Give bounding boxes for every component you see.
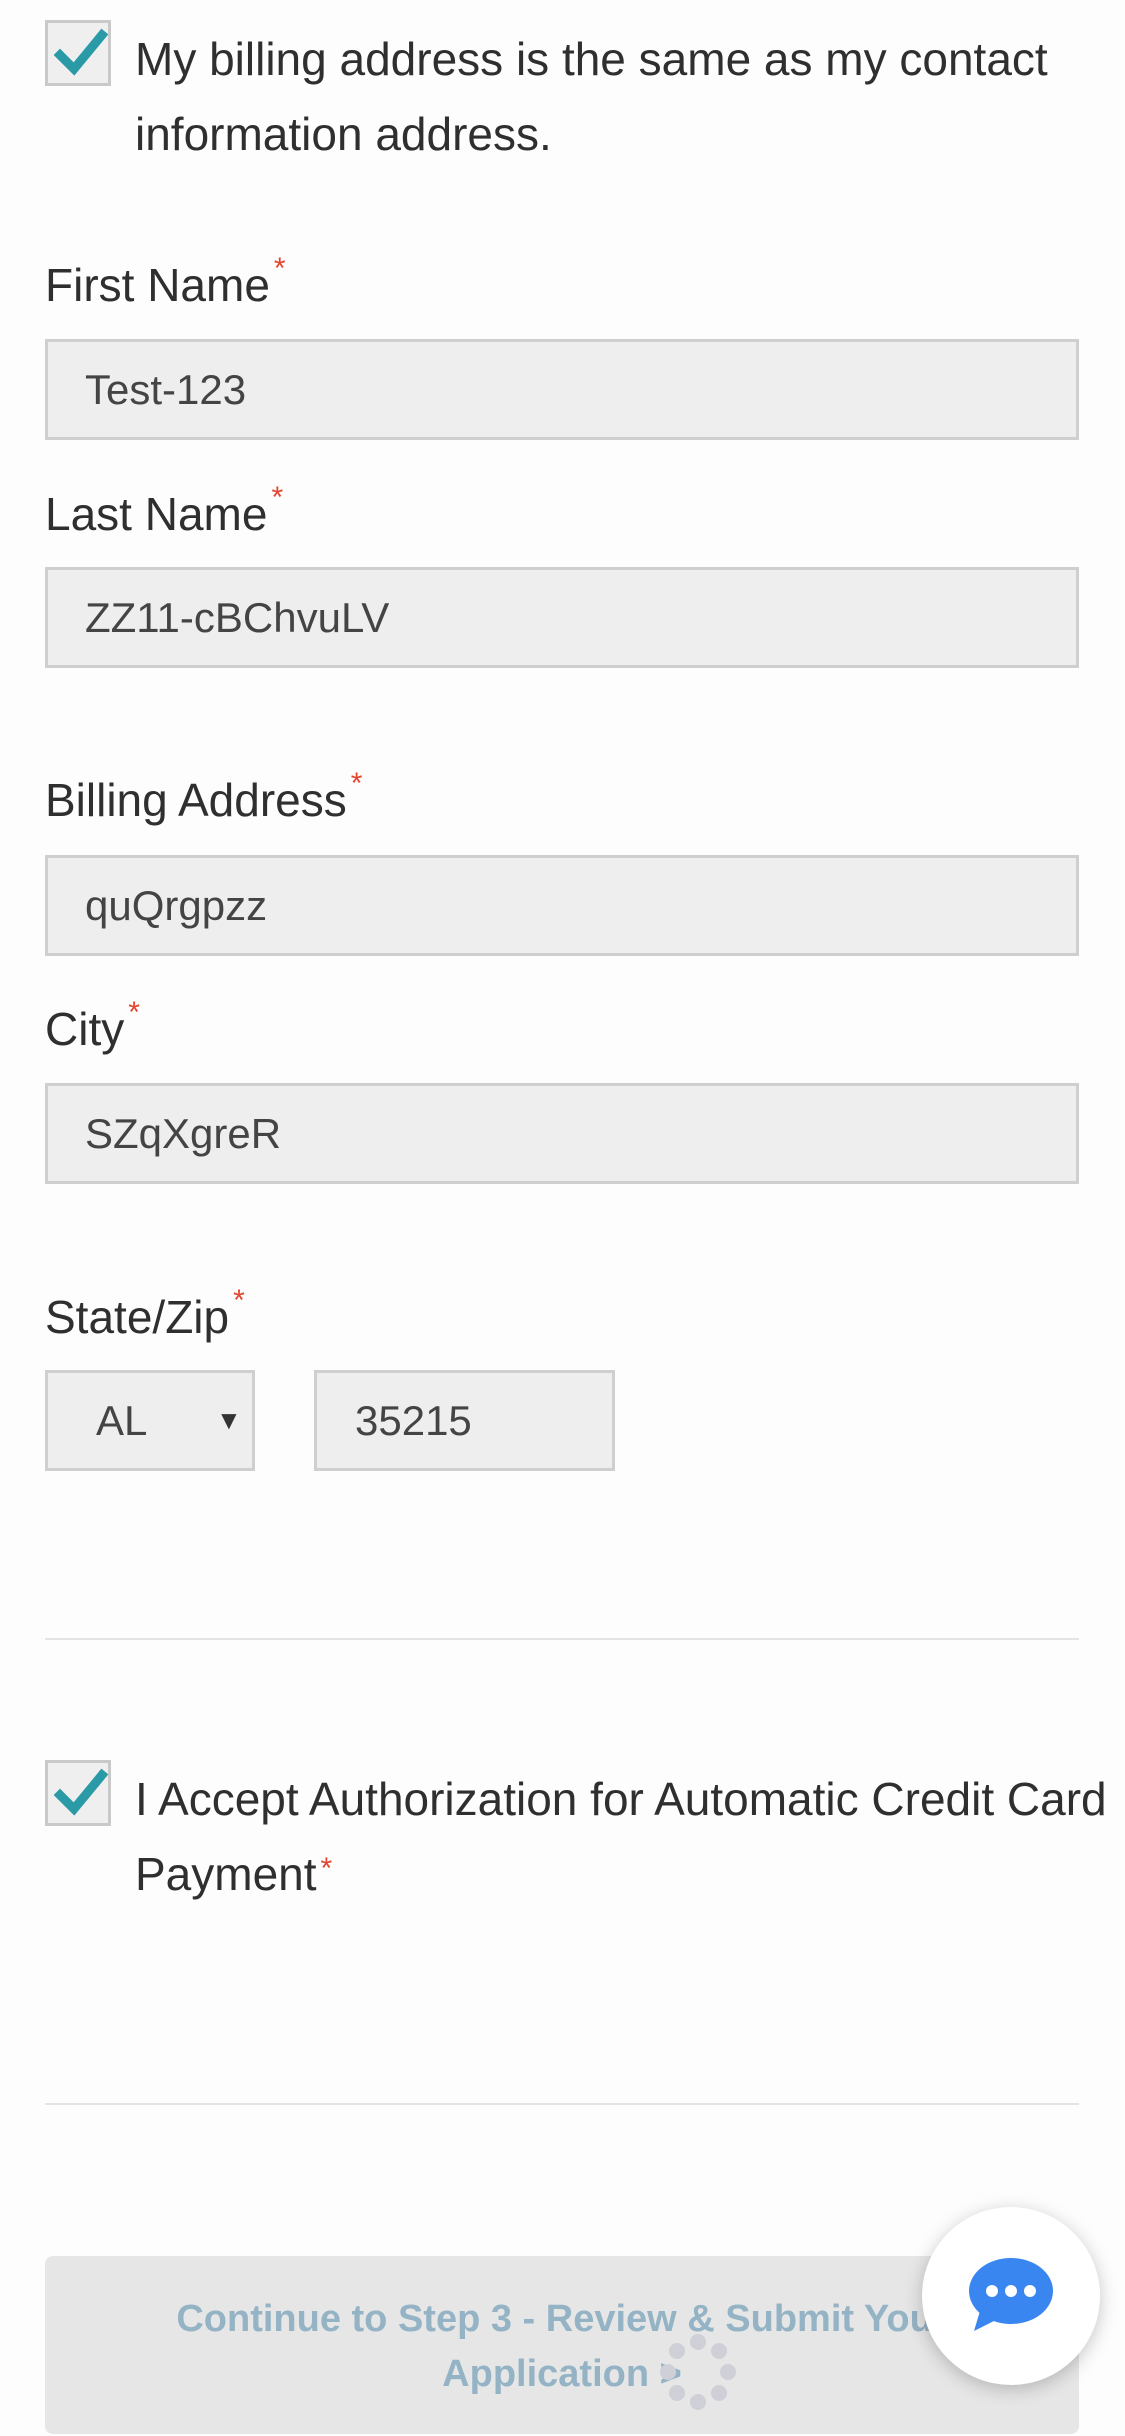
last-name-input[interactable]: ZZ11-cBChvuLV — [45, 567, 1079, 668]
continue-button-label: Continue to Step 3 - Review & Submit You… — [176, 2298, 948, 2395]
billing-same-row: My billing address is the same as my con… — [45, 20, 1085, 180]
chevron-down-icon: ▼ — [216, 1405, 242, 1435]
billing-same-label: My billing address is the same as my con… — [135, 33, 1048, 160]
spinner-icon — [660, 2334, 736, 2410]
required-marker: * — [233, 1284, 245, 1317]
first-name-input[interactable]: Test-123 — [45, 339, 1079, 440]
required-marker: * — [271, 481, 284, 514]
last-name-label: Last Name * — [45, 481, 284, 540]
chat-bubble-icon — [969, 2258, 1053, 2331]
billing-address-label: Billing Address * — [45, 767, 363, 826]
zip-input[interactable]: 35215 — [314, 1370, 615, 1471]
city-input[interactable]: SZqXgreR — [45, 1083, 1079, 1184]
chat-button[interactable] — [922, 2207, 1100, 2385]
billing-address-input[interactable]: quQrgpzz — [45, 855, 1079, 956]
billing-same-checkbox[interactable] — [45, 20, 111, 86]
checkmark-icon — [54, 28, 108, 76]
state-select[interactable]: AL ▼ — [45, 1370, 255, 1471]
state-select-value: AL — [96, 1397, 148, 1444]
checkmark-icon — [54, 1768, 108, 1816]
required-marker: * — [320, 1852, 333, 1885]
authorization-row: I Accept Authorization for Automatic Cre… — [45, 1760, 1107, 1920]
first-name-label: First Name * — [45, 252, 286, 311]
required-marker: * — [128, 996, 140, 1029]
authorization-label: I Accept Authorization for Automatic Cre… — [135, 1773, 1107, 1900]
city-label: City * — [45, 996, 140, 1055]
required-marker: * — [273, 252, 286, 285]
authorization-checkbox[interactable] — [45, 1760, 111, 1826]
divider — [45, 2103, 1079, 2105]
state-zip-label: State/Zip * — [45, 1284, 245, 1343]
divider — [45, 1638, 1079, 1640]
required-marker: * — [350, 767, 363, 800]
